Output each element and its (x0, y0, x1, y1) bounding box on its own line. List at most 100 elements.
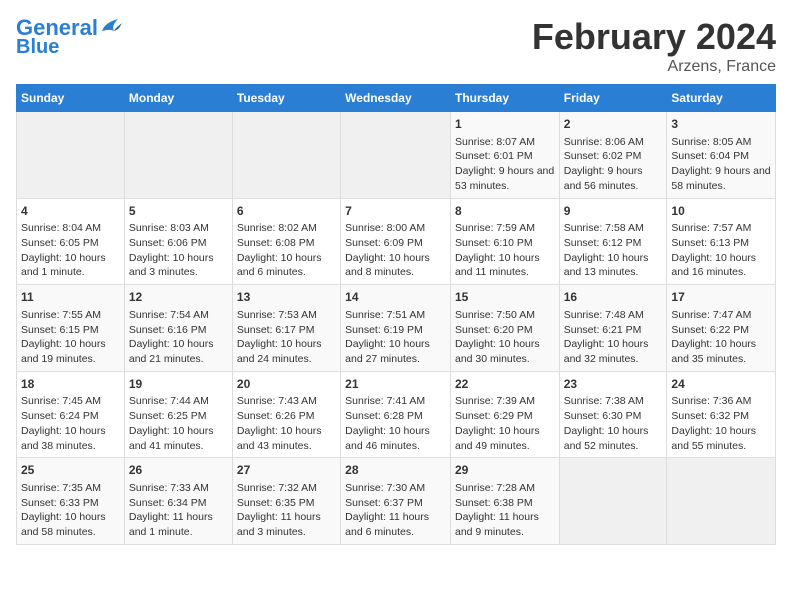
cell-content: Sunrise: 8:06 AM Sunset: 6:02 PM Dayligh… (564, 135, 663, 194)
header-wednesday: Wednesday (341, 85, 451, 112)
calendar-cell (667, 458, 776, 545)
day-number: 2 (564, 116, 663, 133)
calendar-cell: 19Sunrise: 7:44 AM Sunset: 6:25 PM Dayli… (124, 371, 232, 458)
header-tuesday: Tuesday (232, 85, 340, 112)
calendar-cell: 3Sunrise: 8:05 AM Sunset: 6:04 PM Daylig… (667, 112, 776, 199)
calendar-cell: 22Sunrise: 7:39 AM Sunset: 6:29 PM Dayli… (450, 371, 559, 458)
calendar-cell: 24Sunrise: 7:36 AM Sunset: 6:32 PM Dayli… (667, 371, 776, 458)
calendar-cell (559, 458, 667, 545)
cell-content: Sunrise: 7:43 AM Sunset: 6:26 PM Dayligh… (237, 394, 336, 453)
day-number: 11 (21, 289, 120, 306)
header-thursday: Thursday (450, 85, 559, 112)
day-number: 24 (671, 376, 771, 393)
day-number: 20 (237, 376, 336, 393)
calendar-cell: 1 Sunrise: 8:07 AM Sunset: 6:01 PM Daylig… (450, 112, 559, 199)
cell-content: Sunrise: 7:30 AM Sunset: 6:37 PM Dayligh… (345, 481, 446, 540)
cell-content: Sunrise: 7:47 AM Sunset: 6:22 PM Dayligh… (671, 308, 771, 367)
month-title: February 2024 (532, 16, 776, 58)
calendar-header-row: SundayMondayTuesdayWednesdayThursdayFrid… (17, 85, 776, 112)
day-number: 9 (564, 203, 663, 220)
calendar-cell: 18Sunrise: 7:45 AM Sunset: 6:24 PM Dayli… (17, 371, 125, 458)
cell-content: Sunrise: 8:04 AM Sunset: 6:05 PM Dayligh… (21, 221, 120, 280)
cell-content: Sunrise: 7:44 AM Sunset: 6:25 PM Dayligh… (129, 394, 228, 453)
calendar-cell: 9Sunrise: 7:58 AM Sunset: 6:12 PM Daylig… (559, 198, 667, 285)
calendar-cell: 12 Sunrise: 7:54 AM Sunset: 6:16 PM Dayli… (124, 285, 232, 372)
cell-content: Sunrise: 7:45 AM Sunset: 6:24 PM Dayligh… (21, 394, 120, 453)
day-number: 8 (455, 203, 555, 220)
calendar-cell: 13 Sunrise: 7:53 AM Sunset: 6:17 PM Dayli… (232, 285, 340, 372)
header-saturday: Saturday (667, 85, 776, 112)
day-number: 17 (671, 289, 771, 306)
calendar-cell (341, 112, 451, 199)
calendar-cell (124, 112, 232, 199)
calendar-cell: 23Sunrise: 7:38 AM Sunset: 6:30 PM Dayli… (559, 371, 667, 458)
day-number: 22 (455, 376, 555, 393)
calendar-cell: 29 Sunrise: 7:28 AM Sunset: 6:38 PM Dayli… (450, 458, 559, 545)
calendar-cell: 6Sunrise: 8:02 AM Sunset: 6:08 PM Daylig… (232, 198, 340, 285)
calendar-cell: 8Sunrise: 7:59 AM Sunset: 6:10 PM Daylig… (450, 198, 559, 285)
calendar-cell: 28 Sunrise: 7:30 AM Sunset: 6:37 PM Dayli… (341, 458, 451, 545)
cell-content: Sunrise: 8:03 AM Sunset: 6:06 PM Dayligh… (129, 221, 228, 280)
day-number: 25 (21, 462, 120, 479)
cell-content: Sunrise: 8:02 AM Sunset: 6:08 PM Dayligh… (237, 221, 336, 280)
calendar-cell: 10Sunrise: 7:57 AM Sunset: 6:13 PM Dayli… (667, 198, 776, 285)
calendar-cell: 26 Sunrise: 7:33 AM Sunset: 6:34 PM Dayli… (124, 458, 232, 545)
week-row-5: 25 Sunrise: 7:35 AM Sunset: 6:33 PM Dayli… (17, 458, 776, 545)
cell-content: Sunrise: 8:07 AM Sunset: 6:01 PM Dayligh… (455, 135, 555, 194)
cell-content: Sunrise: 7:59 AM Sunset: 6:10 PM Dayligh… (455, 221, 555, 280)
calendar-cell: 11Sunrise: 7:55 AM Sunset: 6:15 PM Dayli… (17, 285, 125, 372)
cell-content: Sunrise: 7:28 AM Sunset: 6:38 PM Dayligh… (455, 481, 555, 540)
header-monday: Monday (124, 85, 232, 112)
week-row-3: 11Sunrise: 7:55 AM Sunset: 6:15 PM Dayli… (17, 285, 776, 372)
day-number: 5 (129, 203, 228, 220)
cell-content: Sunrise: 7:50 AM Sunset: 6:20 PM Dayligh… (455, 308, 555, 367)
cell-content: Sunrise: 7:32 AM Sunset: 6:35 PM Dayligh… (237, 481, 336, 540)
week-row-4: 18Sunrise: 7:45 AM Sunset: 6:24 PM Dayli… (17, 371, 776, 458)
cell-content: Sunrise: 7:51 AM Sunset: 6:19 PM Dayligh… (345, 308, 446, 367)
cell-content: Sunrise: 7:35 AM Sunset: 6:33 PM Dayligh… (21, 481, 120, 540)
cell-content: Sunrise: 7:58 AM Sunset: 6:12 PM Dayligh… (564, 221, 663, 280)
day-number: 29 (455, 462, 555, 479)
cell-content: Sunrise: 7:53 AM Sunset: 6:17 PM Dayligh… (237, 308, 336, 367)
day-number: 1 (455, 116, 555, 133)
week-row-2: 4Sunrise: 8:04 AM Sunset: 6:05 PM Daylig… (17, 198, 776, 285)
calendar-cell: 16Sunrise: 7:48 AM Sunset: 6:21 PM Dayli… (559, 285, 667, 372)
day-number: 27 (237, 462, 336, 479)
logo-bird-icon (100, 17, 122, 35)
day-number: 28 (345, 462, 446, 479)
logo-blue-text: Blue (16, 36, 59, 58)
page-header: General Blue February 2024 Arzens, Franc… (16, 16, 776, 76)
cell-content: Sunrise: 7:54 AM Sunset: 6:16 PM Dayligh… (129, 308, 228, 367)
day-number: 4 (21, 203, 120, 220)
calendar-cell: 21Sunrise: 7:41 AM Sunset: 6:28 PM Dayli… (341, 371, 451, 458)
day-number: 23 (564, 376, 663, 393)
calendar-cell: 17 Sunrise: 7:47 AM Sunset: 6:22 PM Dayli… (667, 285, 776, 372)
week-row-1: 1 Sunrise: 8:07 AM Sunset: 6:01 PM Daylig… (17, 112, 776, 199)
cell-content: Sunrise: 7:36 AM Sunset: 6:32 PM Dayligh… (671, 394, 771, 453)
day-number: 14 (345, 289, 446, 306)
calendar-cell (232, 112, 340, 199)
cell-content: Sunrise: 7:33 AM Sunset: 6:34 PM Dayligh… (129, 481, 228, 540)
day-number: 12 (129, 289, 228, 306)
day-number: 26 (129, 462, 228, 479)
day-number: 18 (21, 376, 120, 393)
calendar-cell: 20Sunrise: 7:43 AM Sunset: 6:26 PM Dayli… (232, 371, 340, 458)
day-number: 21 (345, 376, 446, 393)
calendar-cell (17, 112, 125, 199)
calendar-cell: 7Sunrise: 8:00 AM Sunset: 6:09 PM Daylig… (341, 198, 451, 285)
day-number: 6 (237, 203, 336, 220)
calendar-cell: 15Sunrise: 7:50 AM Sunset: 6:20 PM Dayli… (450, 285, 559, 372)
header-sunday: Sunday (17, 85, 125, 112)
cell-content: Sunrise: 7:38 AM Sunset: 6:30 PM Dayligh… (564, 394, 663, 453)
header-friday: Friday (559, 85, 667, 112)
location-title: Arzens, France (532, 58, 776, 76)
cell-content: Sunrise: 7:41 AM Sunset: 6:28 PM Dayligh… (345, 394, 446, 453)
day-number: 19 (129, 376, 228, 393)
title-block: February 2024 Arzens, France (532, 16, 776, 76)
calendar-cell: 14 Sunrise: 7:51 AM Sunset: 6:19 PM Dayli… (341, 285, 451, 372)
logo: General Blue (16, 16, 122, 58)
day-number: 13 (237, 289, 336, 306)
calendar-cell: 5Sunrise: 8:03 AM Sunset: 6:06 PM Daylig… (124, 198, 232, 285)
cell-content: Sunrise: 7:57 AM Sunset: 6:13 PM Dayligh… (671, 221, 771, 280)
calendar-table: SundayMondayTuesdayWednesdayThursdayFrid… (16, 84, 776, 545)
